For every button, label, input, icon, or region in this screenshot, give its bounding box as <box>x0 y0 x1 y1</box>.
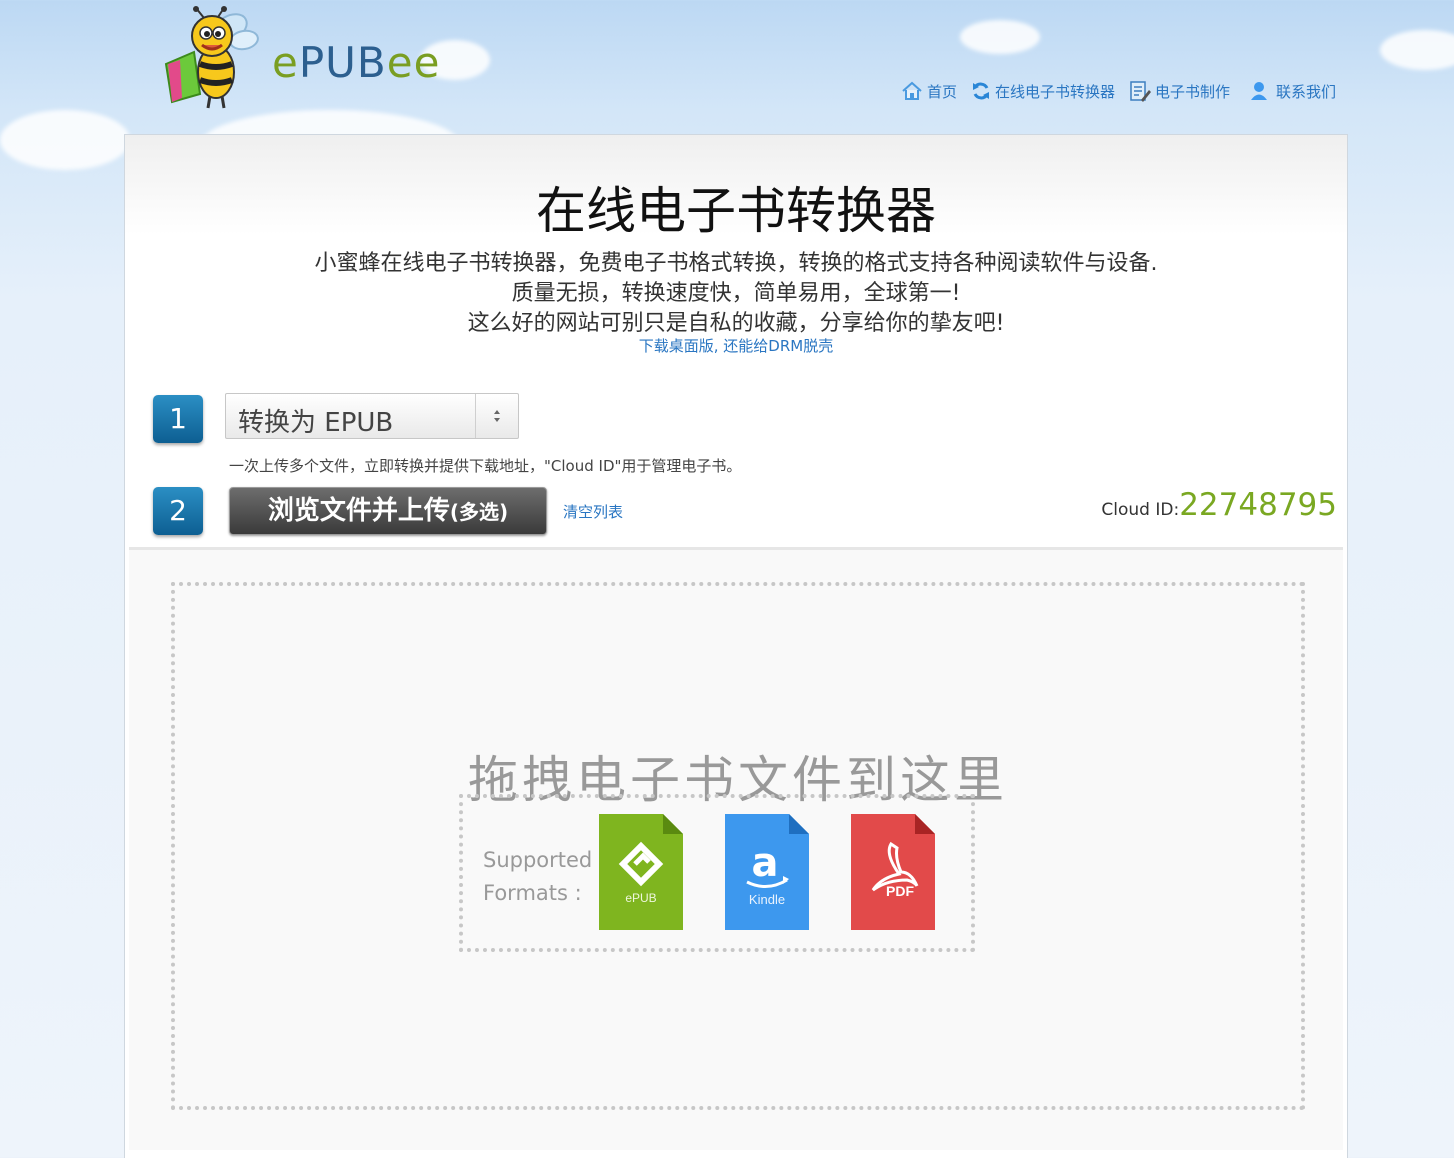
nav-ebook-making-label: 电子书制作 <box>1154 82 1230 101</box>
nav-contact[interactable]: 联系我们 <box>1250 80 1336 102</box>
upload-hint: 一次上传多个文件，立即转换并提供下载地址，"Cloud ID"用于管理电子书。 <box>229 457 742 475</box>
home-icon <box>902 81 922 100</box>
user-icon <box>1250 82 1267 100</box>
format-pdf: PDF <box>851 814 935 930</box>
supported-formats-box: Supported Formats : ePUB a Kindle PDF <box>459 794 975 952</box>
desktop-version-link[interactable]: 下载桌面版, 还能给DRM脱壳 <box>125 335 1347 356</box>
svg-text:a: a <box>752 840 779 886</box>
converter-panel: 在线电子书转换器 小蜜蜂在线电子书转换器，免费电子书格式转换，转换的格式支持各种… <box>124 134 1348 1158</box>
header: ePUBee 首页 在线电子书转换器 电子书制作 联系我们 <box>0 0 1454 134</box>
format-kindle: a Kindle <box>725 814 809 930</box>
pdf-file-icon: PDF <box>851 814 935 930</box>
nav-home-label: 首页 <box>926 82 957 101</box>
clear-list-link[interactable]: 清空列表 <box>563 501 623 522</box>
description-line-1: 小蜜蜂在线电子书转换器，免费电子书格式转换，转换的格式支持各种阅读软件与设备. <box>314 251 1158 276</box>
chevron-up-down-icon <box>494 410 500 422</box>
pdf-label: PDF <box>886 883 914 899</box>
nav-converter[interactable]: 在线电子书转换器 <box>971 80 1115 102</box>
select-arrow[interactable] <box>475 394 518 438</box>
cloud-id: Cloud ID:22748795 <box>1101 487 1337 523</box>
nav-converter-label: 在线电子书转换器 <box>994 82 1115 101</box>
top-nav: 首页 在线电子书转换器 电子书制作 联系我们 <box>901 80 1336 102</box>
nav-contact-label: 联系我们 <box>1275 82 1336 101</box>
logo[interactable]: ePUBee <box>160 6 450 116</box>
description-line-2: 质量无损，转换速度快，简单易用，全球第一! <box>511 281 961 306</box>
step-2-badge: 2 <box>153 487 203 535</box>
format-select[interactable]: 转换为 EPUB <box>225 393 519 439</box>
cloud-id-label: Cloud ID: <box>1101 500 1180 520</box>
supported-label-line2: Formats : <box>483 881 582 905</box>
kindle-file-icon: a Kindle <box>725 814 809 930</box>
supported-formats-label: Supported Formats : <box>483 844 592 910</box>
cloud-id-value: 22748795 <box>1179 487 1337 523</box>
nav-ebook-making[interactable]: 电子书制作 <box>1129 80 1230 102</box>
bee-mascot-icon <box>164 6 259 109</box>
dropzone-border: 拖拽电子书文件到这里 Supported Formats : ePUB a Ki… <box>171 582 1305 1110</box>
page-title: 在线电子书转换器 <box>536 182 936 240</box>
epub-label: ePUB <box>625 891 656 905</box>
upload-button-label: 浏览文件并上传 <box>267 496 450 526</box>
document-edit-icon <box>1130 81 1151 102</box>
refresh-icon <box>972 82 989 100</box>
browse-upload-button[interactable]: 浏览文件并上传(多选) <box>229 487 547 535</box>
nav-home[interactable]: 首页 <box>901 80 957 102</box>
step-1-badge: 1 <box>153 395 203 443</box>
format-epub: ePUB <box>599 814 683 930</box>
logo-text: ePUBee <box>272 38 441 87</box>
upload-button-suffix: (多选) <box>449 500 509 524</box>
format-select-value: 转换为 EPUB <box>238 408 394 438</box>
description-line-3: 这么好的网站可别只是自私的收藏，分享给你的挚友吧! <box>467 311 1005 336</box>
file-dropzone[interactable]: 拖拽电子书文件到这里 Supported Formats : ePUB a Ki… <box>129 547 1343 1150</box>
kindle-label: Kindle <box>749 892 785 907</box>
supported-label-line1: Supported <box>483 848 593 872</box>
epub-file-icon: ePUB <box>599 814 683 930</box>
